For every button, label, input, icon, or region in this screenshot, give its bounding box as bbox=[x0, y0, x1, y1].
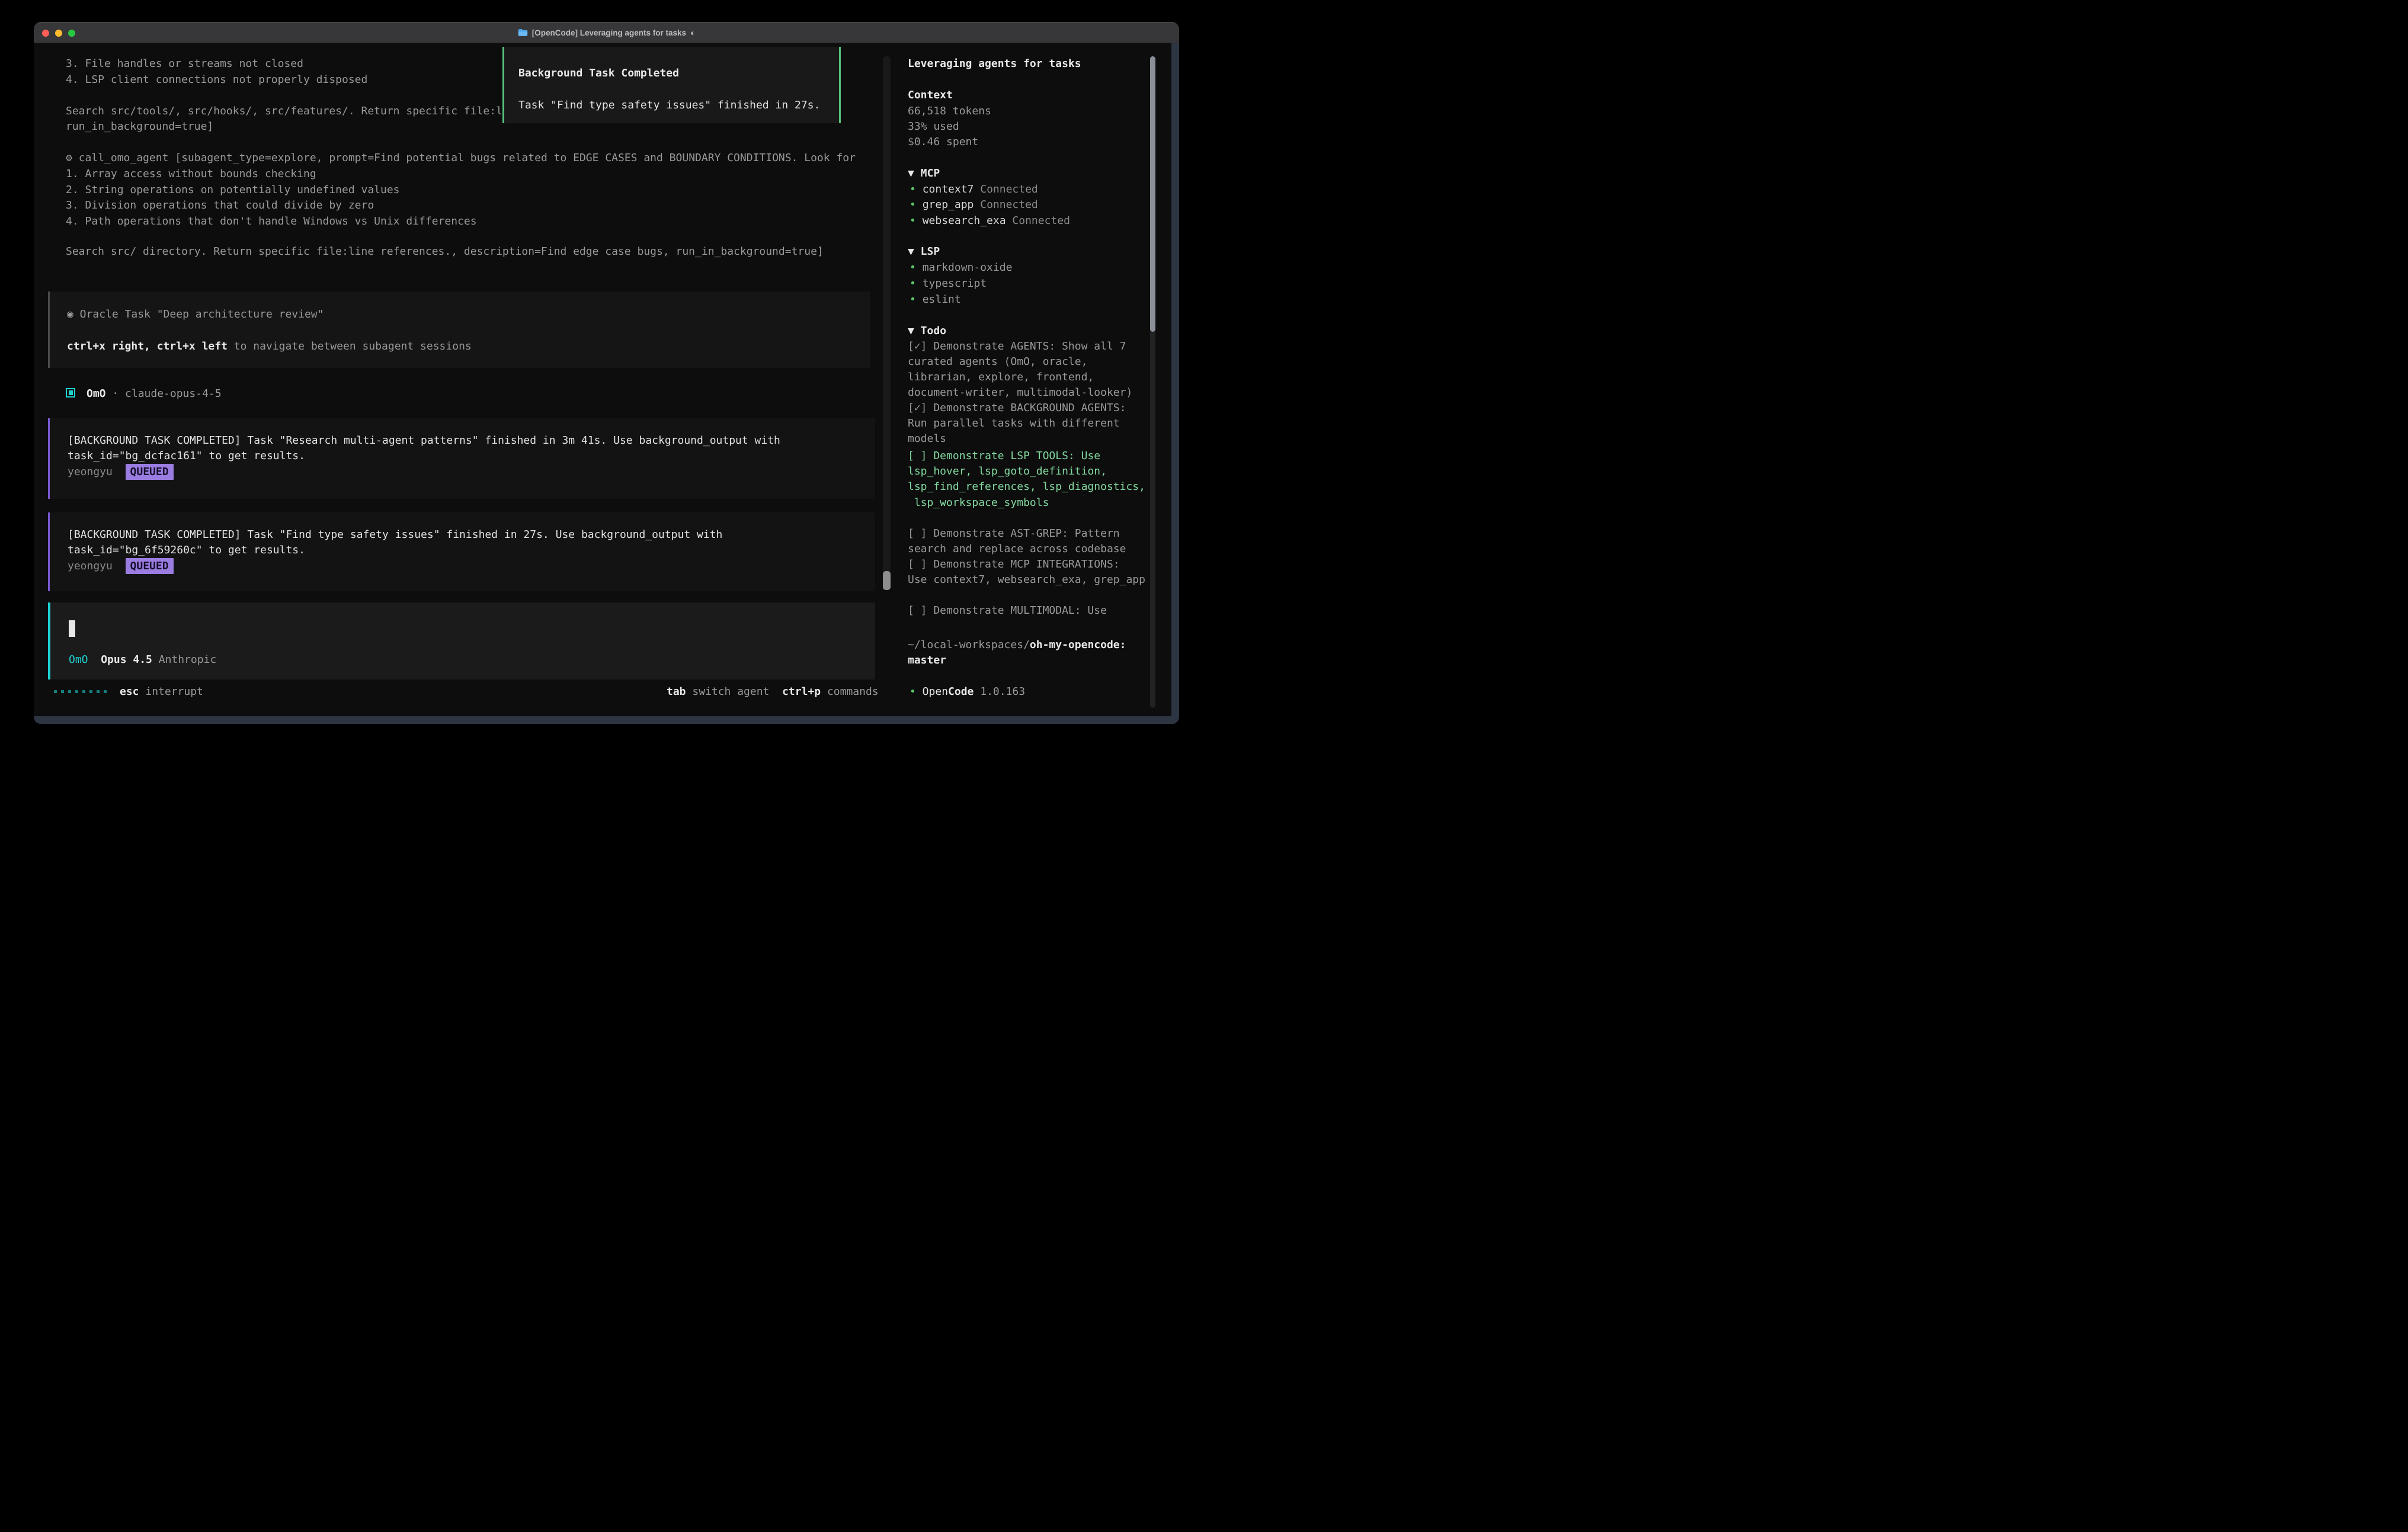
window-edge-bottom bbox=[34, 716, 1179, 724]
toast-title: Background Task Completed bbox=[518, 65, 679, 81]
folder-icon bbox=[518, 28, 528, 37]
scrollback-line: Search src/tools/, src/hooks/, src/featu… bbox=[66, 103, 521, 119]
task-meta: yeongyu QUEUED bbox=[68, 464, 174, 480]
status-badge: QUEUED bbox=[126, 464, 174, 480]
window-title: [OpenCode] Leveraging agents for tasks bbox=[532, 28, 686, 37]
tool-call-header: ⚙ call_omo_agent [subagent_type=explore,… bbox=[66, 150, 856, 166]
todo-line-active: lsp_find_references, lsp_diagnostics, bbox=[908, 479, 1145, 495]
interrupt-hint: esc interrupt bbox=[120, 684, 203, 700]
task-line: task_id="bg_6f59260c" to get results. bbox=[68, 542, 305, 558]
background-task-toast: Background Task Completed Task "Find typ… bbox=[502, 47, 841, 123]
session-status-icon: ◐ bbox=[690, 28, 695, 37]
chevron-down-icon: ▼ bbox=[908, 325, 914, 337]
sidebar-scrollbar-thumb[interactable] bbox=[1150, 56, 1155, 332]
todo-line-active: lsp_hover, lsp_goto_definition, bbox=[908, 463, 1107, 479]
prompt-input[interactable]: OmO Opus 4.5 Anthropic bbox=[48, 602, 875, 680]
status-dot-icon: • bbox=[910, 261, 916, 274]
git-branch: master bbox=[908, 652, 946, 668]
task-message: [BACKGROUND TASK COMPLETED] Task "Resear… bbox=[48, 418, 875, 499]
spinner-dots bbox=[54, 690, 107, 693]
todo-section-header: ▼ Todo bbox=[908, 323, 946, 339]
app-version: • OpenCode 1.0.163 bbox=[910, 684, 1025, 700]
todo-line-pending: [ ] Demonstrate AST-GREP: Pattern bbox=[908, 525, 1120, 541]
chevron-down-icon: ▼ bbox=[908, 167, 914, 180]
session-title: Leveraging agents for tasks bbox=[908, 56, 1081, 72]
main-scrollbar-thumb[interactable] bbox=[883, 571, 891, 590]
agent-header: OmO · claude-opus-4-5 bbox=[87, 386, 222, 402]
todo-line-active: [ ] Demonstrate LSP TOOLS: Use bbox=[908, 448, 1100, 464]
tool-call-item: 1. Array access without bounds checking bbox=[66, 166, 316, 182]
status-dot-icon: • bbox=[910, 214, 916, 227]
todo-line-done: curated agents (OmO, oracle, bbox=[908, 354, 1087, 370]
todo-line-done: librarian, explore, frontend, bbox=[908, 369, 1094, 385]
scrollback-line: 4. LSP client connections not properly d… bbox=[66, 72, 367, 88]
close-window-button[interactable] bbox=[42, 30, 49, 37]
lsp-section-header: ▼ LSP bbox=[908, 243, 940, 259]
todo-line-done: models bbox=[908, 431, 946, 447]
tool-call-item: 2. String operations on potentially unde… bbox=[66, 182, 400, 198]
lsp-item: • eslint bbox=[910, 291, 961, 307]
mcp-item: • context7 Connected bbox=[910, 181, 1038, 197]
lsp-item: • markdown-oxide bbox=[910, 259, 1012, 275]
todo-line-done: Run parallel tasks with different bbox=[908, 415, 1120, 431]
todo-line-pending: [ ] Demonstrate MCP INTEGRATIONS: bbox=[908, 556, 1120, 572]
status-dot-icon: • bbox=[910, 685, 916, 698]
context-tokens: 66,518 tokens bbox=[908, 103, 991, 119]
input-agent-line: OmO Opus 4.5 Anthropic bbox=[69, 652, 216, 668]
todo-line-done: document-writer, multimodal-looker) bbox=[908, 384, 1132, 400]
mcp-item: • grep_app Connected bbox=[910, 197, 1038, 213]
task-message: [BACKGROUND TASK COMPLETED] Task "Find t… bbox=[48, 512, 875, 591]
scrollback-line: run_in_background=true] bbox=[66, 118, 213, 134]
text-cursor bbox=[69, 620, 75, 637]
main-scrollbar-track[interactable] bbox=[883, 56, 891, 590]
todo-line-active: lsp_workspace_symbols bbox=[908, 495, 1049, 511]
todo-line-done: [✓] Demonstrate BACKGROUND AGENTS: bbox=[908, 400, 1126, 416]
context-heading: Context bbox=[908, 87, 953, 103]
task-meta: yeongyu QUEUED bbox=[68, 558, 174, 574]
todo-line-pending: search and replace across codebase bbox=[908, 541, 1126, 557]
agent-avatar-icon bbox=[66, 388, 75, 398]
mcp-item: • websearch_exa Connected bbox=[910, 213, 1070, 229]
todo-line-pending: Use context7, websearch_exa, grep_app bbox=[908, 572, 1145, 588]
task-line: [BACKGROUND TASK COMPLETED] Task "Resear… bbox=[68, 432, 780, 448]
oracle-hint: ctrl+x right, ctrl+x left to navigate be… bbox=[67, 338, 472, 354]
status-dot-icon: • bbox=[910, 293, 916, 306]
status-dot-icon: • bbox=[910, 198, 916, 211]
status-dot-icon: • bbox=[910, 183, 916, 195]
tool-call-item: 3. Division operations that could divide… bbox=[66, 197, 374, 213]
gear-icon: ⚙ bbox=[66, 152, 72, 164]
chevron-down-icon: ▼ bbox=[908, 245, 914, 258]
minimize-window-button[interactable] bbox=[55, 30, 62, 37]
toast-body: Task "Find type safety issues" finished … bbox=[518, 97, 820, 113]
status-badge: QUEUED bbox=[126, 558, 174, 574]
scrollback-line: 3. File handles or streams not closed bbox=[66, 56, 303, 72]
window-edge-right bbox=[1171, 43, 1179, 724]
title-bar: [OpenCode] Leveraging agents for tasks ◐ bbox=[34, 22, 1179, 43]
task-line: task_id="bg_dcfac161" to get results. bbox=[68, 448, 305, 464]
workspace-path: ~/local-workspaces/oh-my-opencode: bbox=[908, 637, 1126, 653]
tool-call-footer: Search src/ directory. Return specific f… bbox=[66, 243, 824, 259]
app-window: [OpenCode] Leveraging agents for tasks ◐… bbox=[34, 22, 1179, 724]
zoom-window-button[interactable] bbox=[68, 30, 75, 37]
oracle-task-box: ◉ Oracle Task "Deep architecture review"… bbox=[48, 291, 870, 368]
lsp-item: • typescript bbox=[910, 275, 987, 291]
task-line: [BACKGROUND TASK COMPLETED] Task "Find t… bbox=[68, 527, 722, 543]
tool-call-item: 4. Path operations that don't handle Win… bbox=[66, 213, 477, 229]
mcp-section-header: ▼ MCP bbox=[908, 165, 940, 181]
todo-line-done: [✓] Demonstrate AGENTS: Show all 7 bbox=[908, 338, 1126, 354]
oracle-title: ◉ Oracle Task "Deep architecture review" bbox=[67, 306, 324, 322]
keybinding-hints: tab switch agent ctrl+p commands bbox=[667, 684, 879, 700]
record-icon: ◉ bbox=[67, 308, 73, 320]
todo-line-pending: [ ] Demonstrate MULTIMODAL: Use bbox=[908, 602, 1107, 618]
context-used: 33% used bbox=[908, 118, 959, 134]
context-spent: $0.46 spent bbox=[908, 134, 978, 150]
status-dot-icon: • bbox=[910, 277, 916, 290]
